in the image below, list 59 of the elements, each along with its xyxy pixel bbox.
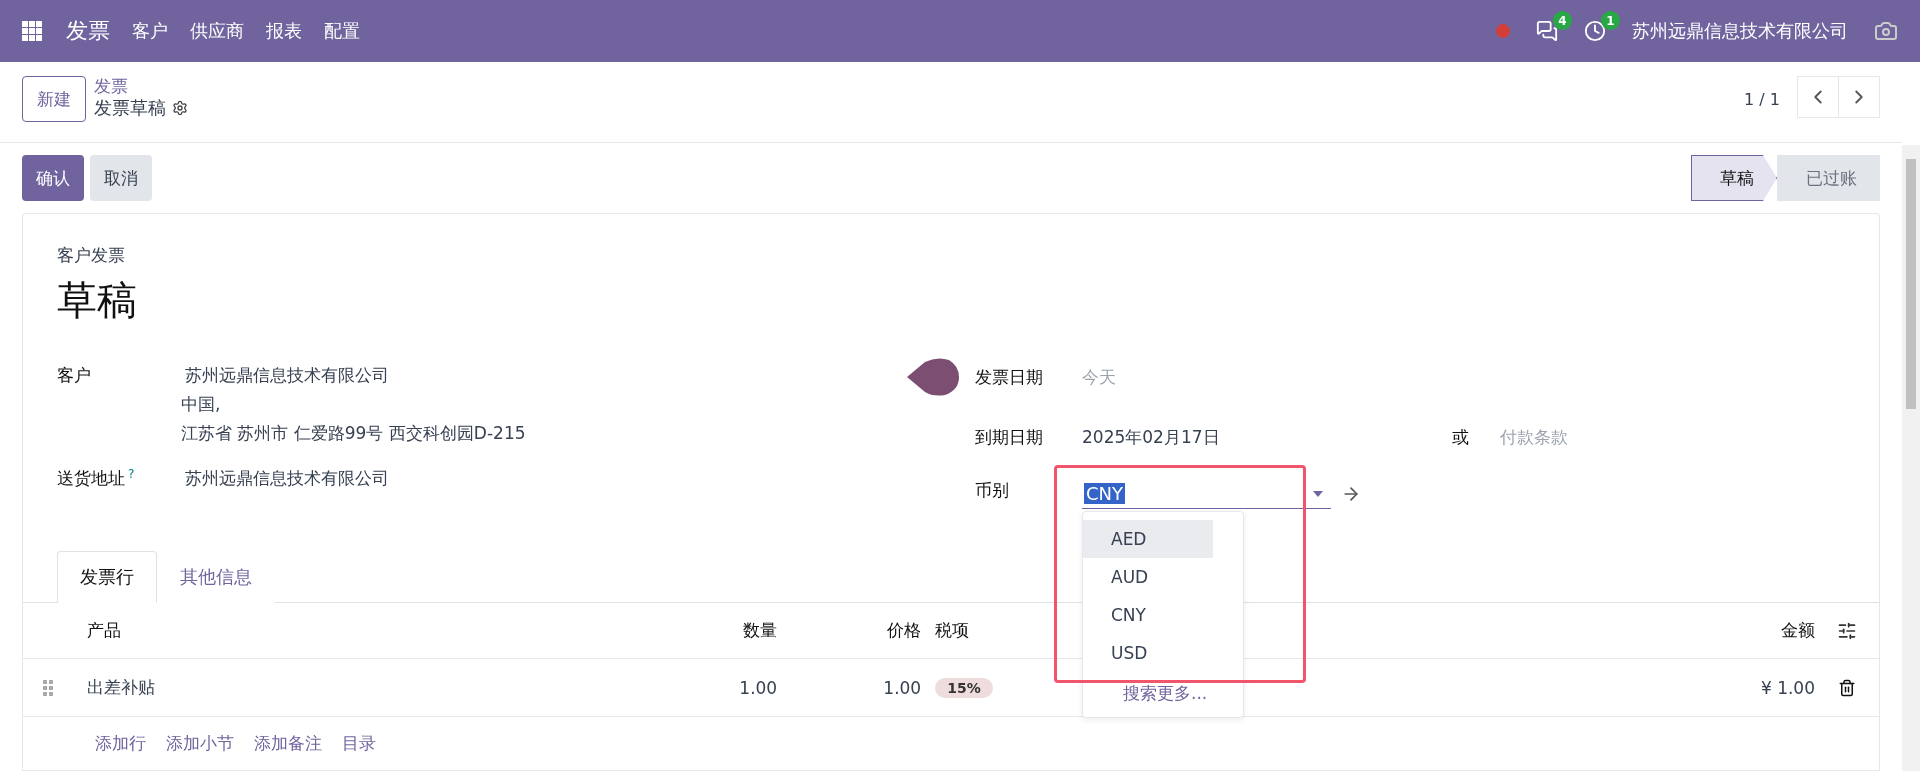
tax-tag: 15% xyxy=(935,677,993,698)
form-title: 草稿 xyxy=(56,276,138,325)
add-line-link[interactable]: 添加行 xyxy=(95,732,146,755)
delivery-address-field[interactable]: 苏州远鼎信息技术有限公司 xyxy=(181,467,389,490)
column-header: 产品 xyxy=(86,619,122,642)
nav-menu-item[interactable]: 供应商 xyxy=(190,19,244,43)
nav-menu-item[interactable]: 配置 xyxy=(324,19,360,43)
nav-menu-item[interactable]: 客户 xyxy=(132,19,168,43)
field-label: 到期日期 xyxy=(975,426,1044,449)
field-label: 发票日期 xyxy=(975,365,1044,389)
status-dot-icon[interactable] xyxy=(1496,24,1510,38)
scrollbar[interactable] xyxy=(1902,145,1920,771)
or-label: 或 xyxy=(1452,426,1470,449)
field-label: 币别 xyxy=(975,479,1010,502)
confirm-button[interactable]: 确认 xyxy=(22,155,84,201)
chat-icon[interactable] xyxy=(1536,20,1558,42)
settings-icon[interactable] xyxy=(172,100,188,116)
breadcrumb-link[interactable]: 发票 xyxy=(94,76,1745,96)
due-date-field[interactable]: 2025年02月17日 xyxy=(1082,426,1452,449)
table-cell-text: 出差补贴 xyxy=(86,676,156,699)
table-cell-text: 1.00 xyxy=(882,677,922,698)
new-button[interactable]: 新建 xyxy=(22,76,86,122)
add-line-link[interactable]: 添加小节 xyxy=(166,732,234,755)
currency-field[interactable]: CNY xyxy=(1082,479,1331,509)
form-subtitle: 客户发票 xyxy=(56,244,126,267)
column-header: 税项 xyxy=(934,619,971,642)
drag-handle-icon[interactable] xyxy=(43,679,53,696)
dropdown-option[interactable]: AED xyxy=(1083,520,1213,558)
field-label: 送货地址 xyxy=(57,467,125,490)
table-cell-text: 1.00 xyxy=(738,677,778,698)
search-more-link[interactable]: 搜索更多... xyxy=(1083,672,1243,709)
messages-count: 4 xyxy=(1553,11,1572,30)
add-line-link[interactable]: 添加备注 xyxy=(254,732,322,755)
clock-icon[interactable] xyxy=(1584,20,1606,42)
trash-icon[interactable] xyxy=(1838,678,1856,697)
column-header: 金额 xyxy=(1780,619,1815,642)
column-header: 价格 xyxy=(886,619,922,642)
company-name[interactable]: 苏州远鼎信息技术有限公司 xyxy=(1632,19,1848,43)
camera-icon[interactable] xyxy=(1874,19,1898,43)
add-line-link[interactable]: 目录 xyxy=(342,732,376,755)
app-name[interactable]: 发票 xyxy=(66,16,110,46)
record-name: 发票草稿 xyxy=(94,96,166,120)
cancel-button[interactable]: 取消 xyxy=(90,155,152,201)
customer-field[interactable]: 苏州远鼎信息技术有限公司 xyxy=(181,364,526,387)
field-label: 客户 xyxy=(57,364,92,387)
address-line: 江苏省 苏州市 仁爱路99号 西交科创园D-215 xyxy=(181,422,526,445)
column-header: 数量 xyxy=(742,619,778,642)
sliders-icon[interactable] xyxy=(1837,620,1857,641)
tab[interactable]: 发票行 xyxy=(57,551,157,603)
apps-grid-icon[interactable] xyxy=(22,21,42,41)
help-tooltip[interactable]: ? xyxy=(128,467,135,490)
table-cell-text: ¥ 1.00 xyxy=(1759,677,1815,698)
address-line: 中国, xyxy=(181,393,222,416)
activities-count: 1 xyxy=(1601,11,1620,30)
pager-value: 1 / 1 xyxy=(1744,90,1780,109)
status-step[interactable]: 已过账 xyxy=(1777,155,1880,201)
status-step[interactable]: 草稿 xyxy=(1691,155,1777,201)
teardrop-avatar-icon xyxy=(907,358,959,396)
nav-menu-item[interactable]: 报表 xyxy=(266,19,302,43)
